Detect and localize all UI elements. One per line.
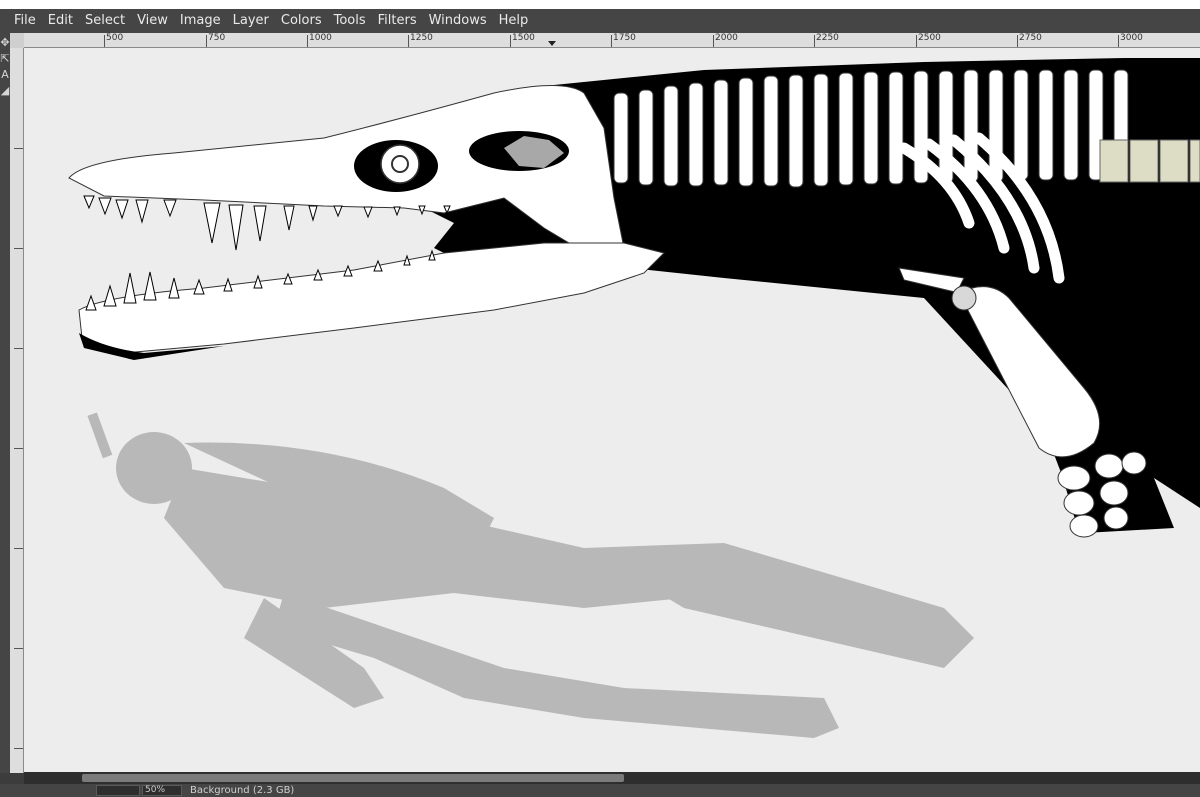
menu-file[interactable]: File	[8, 9, 42, 33]
vertical-ruler[interactable]	[10, 48, 24, 773]
zoom-level-field[interactable]: 50%	[142, 785, 182, 796]
image-canvas[interactable]	[24, 48, 1200, 772]
layer-info-text: Background (2.3 GB)	[190, 785, 295, 796]
menu-windows[interactable]: Windows	[423, 9, 493, 33]
ruler-tick	[14, 148, 23, 149]
paint-tool-icon[interactable]: ◢	[0, 85, 10, 97]
menu-tools[interactable]: Tools	[328, 9, 372, 33]
menu-layer[interactable]: Layer	[227, 9, 275, 33]
menu-filters[interactable]: Filters	[372, 9, 423, 33]
toolbox-strip: ✥ ⇱ A ◢	[0, 33, 10, 773]
ruler-corner[interactable]	[10, 33, 24, 48]
text-tool-icon[interactable]: A	[0, 69, 10, 81]
ruler-label: 1500	[512, 33, 535, 43]
move-tool-icon[interactable]: ✥	[0, 37, 10, 49]
unit-selector[interactable]	[96, 785, 140, 796]
ruler-tick	[14, 448, 23, 449]
window-title-bar	[0, 0, 1200, 9]
status-bar: 50% Background (2.3 GB)	[0, 784, 1200, 797]
menu-image[interactable]: Image	[174, 9, 227, 33]
horizontal-ruler[interactable]: 500 750 1000 1250 1500 1750 2000 2250 25…	[24, 33, 1200, 48]
eye-pupil	[391, 155, 409, 173]
menu-select[interactable]: Select	[79, 9, 131, 33]
diver-silhouette	[87, 412, 974, 738]
ruler-label: 1750	[613, 33, 636, 43]
menu-edit[interactable]: Edit	[42, 9, 79, 33]
ruler-label: 1250	[410, 33, 433, 43]
tinted-vertebrae	[1099, 139, 1200, 183]
menu-view[interactable]: View	[131, 9, 174, 33]
ruler-tick	[14, 348, 23, 349]
pointer-position-marker	[548, 41, 556, 46]
ruler-label: 2250	[816, 33, 839, 43]
ruler-tick	[14, 248, 23, 249]
align-tool-icon[interactable]: ⇱	[0, 53, 10, 65]
flipper-joint	[951, 285, 977, 311]
ruler-tick	[14, 648, 23, 649]
artwork-svg	[68, 58, 1200, 738]
vertebrae	[613, 69, 1129, 188]
ruler-label: 500	[106, 33, 124, 43]
skull-lower-jaw	[78, 242, 665, 354]
ruler-label: 1000	[309, 33, 332, 43]
menu-help[interactable]: Help	[493, 9, 535, 33]
menu-bar: File Edit Select View Image Layer Colors…	[0, 9, 1200, 33]
ruler-label: 2000	[715, 33, 738, 43]
horizontal-scrollbar[interactable]	[24, 772, 1200, 784]
ruler-tick	[14, 748, 23, 749]
ruler-label: 750	[208, 33, 226, 43]
horizontal-scroll-thumb[interactable]	[82, 774, 624, 782]
ruler-label: 2750	[1019, 33, 1042, 43]
ruler-label: 2500	[918, 33, 941, 43]
menu-colors[interactable]: Colors	[275, 9, 328, 33]
ruler-label: 3000	[1120, 33, 1143, 43]
ruler-tick	[14, 548, 23, 549]
